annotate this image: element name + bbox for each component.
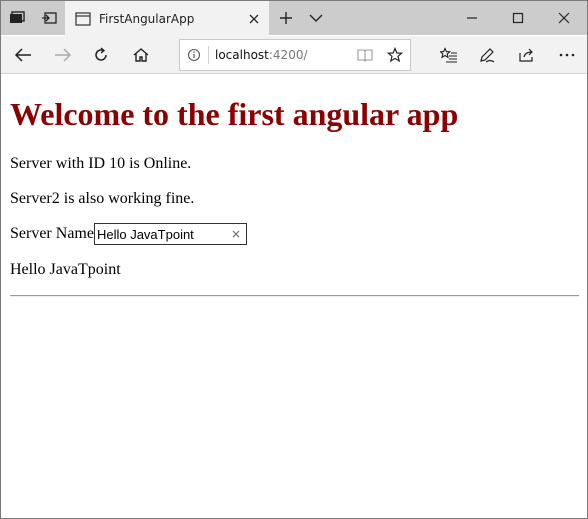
maximize-icon[interactable] xyxy=(495,1,541,35)
minimize-icon[interactable] xyxy=(449,1,495,35)
url-host: localhost xyxy=(215,48,269,62)
reading-view-icon[interactable] xyxy=(350,40,380,70)
server-name-input[interactable] xyxy=(94,224,246,245)
server-name-field[interactable]: × xyxy=(93,223,247,245)
tab-actions-icon[interactable] xyxy=(1,1,33,35)
server2-status-text: Server2 is also working fine. xyxy=(10,190,195,207)
server-name-label: Server Name xyxy=(10,225,94,242)
tab-title: FirstAngularApp xyxy=(99,11,195,26)
url-text[interactable]: localhost:4200/ xyxy=(215,48,350,62)
forward-icon[interactable] xyxy=(43,36,83,74)
new-tab-icon[interactable] xyxy=(271,1,301,35)
address-bar[interactable]: localhost:4200/ xyxy=(179,39,411,71)
favorite-star-icon[interactable] xyxy=(380,40,410,70)
url-port-path: :4200/ xyxy=(268,48,308,62)
close-icon[interactable] xyxy=(241,6,267,32)
server-name-row: Server Name × xyxy=(10,223,247,245)
window-close-icon[interactable] xyxy=(541,1,587,35)
back-icon[interactable] xyxy=(3,36,43,74)
page-content: Welcome to the first angular app Server … xyxy=(1,75,587,518)
server-name-echo: Hello JavaTpoint xyxy=(10,261,121,278)
tab-first-angular-app[interactable]: FirstAngularApp xyxy=(65,1,269,36)
address-separator xyxy=(208,46,209,64)
page-icon xyxy=(75,11,91,27)
refresh-icon[interactable] xyxy=(81,36,121,74)
more-icon[interactable] xyxy=(547,36,587,74)
home-icon[interactable] xyxy=(121,36,161,74)
info-icon[interactable] xyxy=(180,40,208,70)
browser-window: FirstAngularApp localhost:4200/ Welcome … xyxy=(0,0,588,519)
share-icon[interactable] xyxy=(507,36,547,74)
notes-pen-icon[interactable] xyxy=(467,36,507,74)
favorites-hub-icon[interactable] xyxy=(429,36,469,74)
page-heading: Welcome to the first angular app xyxy=(10,96,459,132)
set-aside-icon[interactable] xyxy=(33,1,65,35)
chevron-down-icon[interactable] xyxy=(301,1,331,35)
horizontal-rule xyxy=(10,295,579,297)
tab-strip: FirstAngularApp xyxy=(1,1,587,36)
server-status-text: Server with ID 10 is Online. xyxy=(10,155,192,172)
navigation-bar: localhost:4200/ xyxy=(1,36,587,74)
clear-input-icon[interactable]: × xyxy=(229,224,243,244)
